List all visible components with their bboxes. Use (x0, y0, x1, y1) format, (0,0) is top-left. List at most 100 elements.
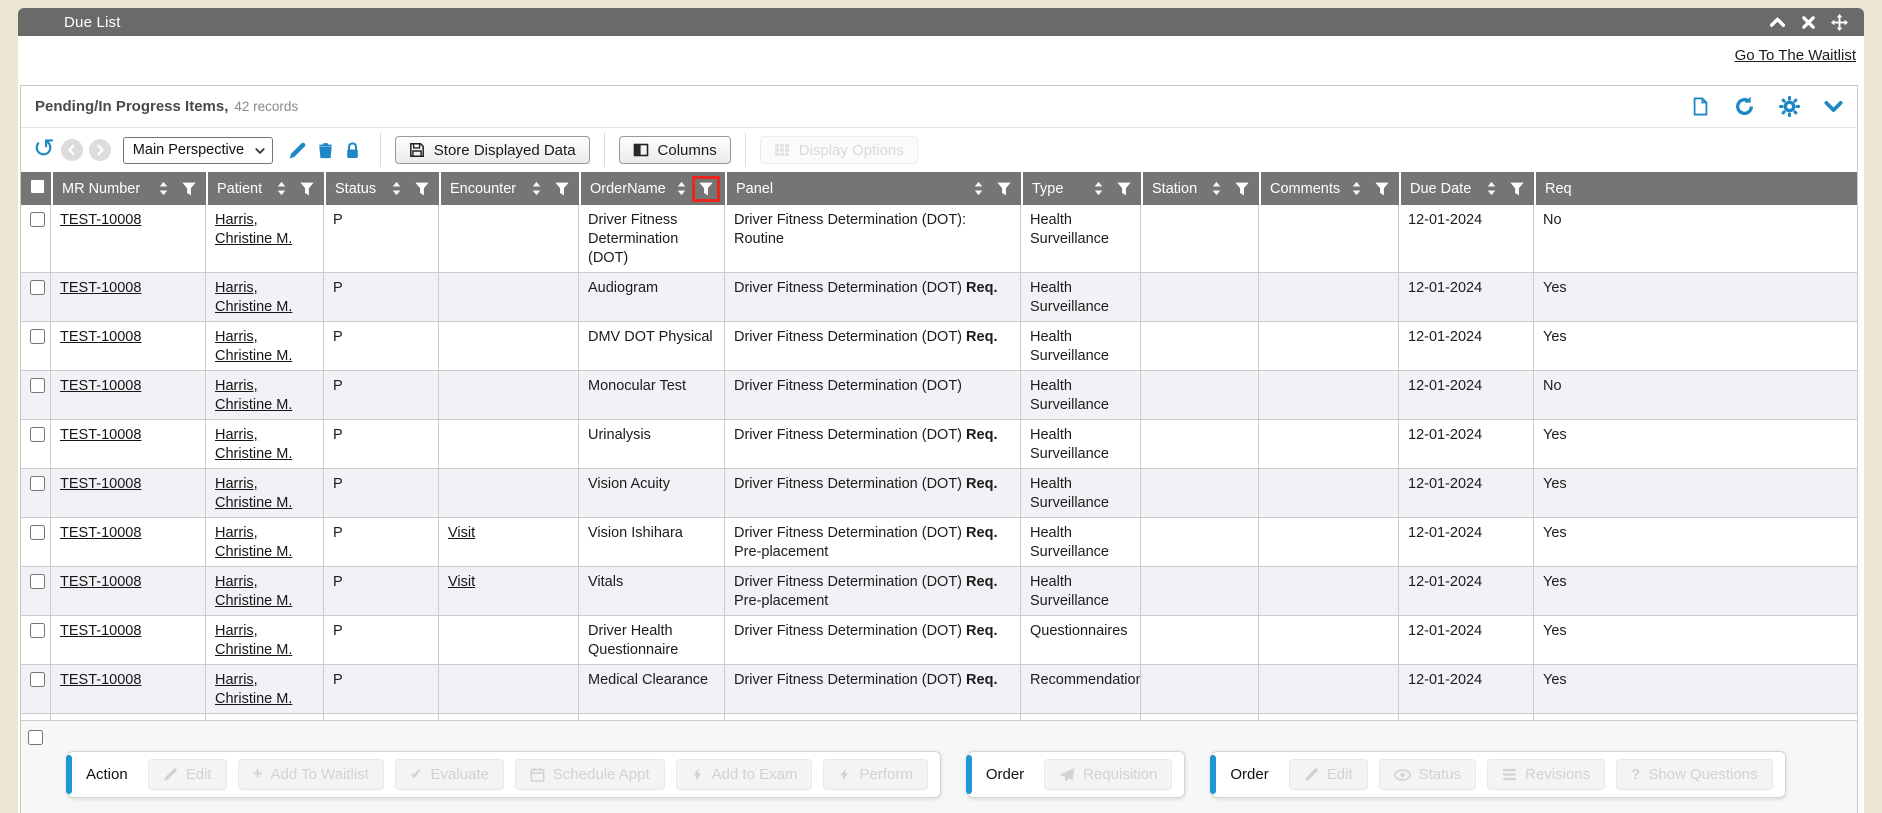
chevron-down-icon[interactable] (1824, 97, 1843, 116)
due-date-cell: 12-01-2024 (1399, 616, 1534, 665)
row-checkbox[interactable] (30, 574, 45, 589)
patient-link[interactable]: Harris, Christine M. (215, 427, 292, 462)
mr-number-link[interactable]: TEST-10008 (60, 525, 141, 541)
required-cell: Yes (1534, 420, 1857, 469)
mr-number-link[interactable]: TEST-10008 (60, 623, 141, 639)
lock-icon[interactable] (344, 141, 361, 160)
patient-cell: Harris, Christine M. (206, 205, 324, 273)
sort-icon[interactable] (1351, 181, 1362, 196)
column-header-encounter[interactable]: Encounter (439, 172, 579, 205)
move-icon[interactable] (1831, 14, 1848, 31)
mr-number-link[interactable]: TEST-10008 (60, 427, 141, 443)
column-header-panel[interactable]: Panel (725, 172, 1021, 205)
table-row: TEST-10008Harris, Christine M.PDriver Fi… (21, 205, 1857, 273)
mr-number-link[interactable]: TEST-10008 (60, 672, 141, 688)
encounter-link[interactable]: Visit (448, 525, 475, 541)
perspective-select[interactable]: Main Perspective (123, 137, 273, 164)
mr-number-link[interactable]: TEST-10008 (60, 280, 141, 296)
column-header-due[interactable]: Due Date (1399, 172, 1534, 205)
row-checkbox[interactable] (30, 280, 45, 295)
patient-link[interactable]: Harris, Christine M. (215, 574, 292, 609)
sort-icon[interactable] (1093, 181, 1104, 196)
mr-number-link[interactable]: TEST-10008 (60, 574, 141, 590)
row-checkbox[interactable] (30, 329, 45, 344)
mr-number-cell: TEST-10008 (51, 420, 206, 469)
filter-icon-highlighted[interactable] (692, 176, 720, 202)
store-displayed-data-button[interactable]: Store Displayed Data (395, 136, 590, 164)
undo-icon[interactable]: ↺ (33, 137, 55, 159)
mr-number-cell: TEST-10008 (51, 518, 206, 567)
sort-icon[interactable] (158, 181, 169, 196)
filter-icon[interactable] (551, 179, 573, 199)
column-header-req[interactable]: Req (1534, 172, 1857, 205)
filter-icon[interactable] (411, 179, 433, 199)
mr-number-cell: TEST-10008 (51, 273, 206, 322)
go-to-waitlist-link[interactable]: Go To The Waitlist (1735, 47, 1856, 64)
sort-icon[interactable] (1211, 181, 1222, 196)
filter-icon[interactable] (296, 179, 318, 199)
row-checkbox[interactable] (30, 427, 45, 442)
patient-link[interactable]: Harris, Christine M. (215, 212, 292, 247)
row-checkbox[interactable] (30, 378, 45, 393)
mr-number-link[interactable]: TEST-10008 (60, 212, 141, 228)
station-cell (1141, 616, 1259, 665)
gear-icon[interactable] (1779, 96, 1800, 117)
mr-number-link[interactable]: TEST-10008 (60, 378, 141, 394)
edit-perspective-icon[interactable] (288, 141, 307, 160)
columns-button[interactable]: Columns (619, 136, 731, 164)
column-header-comments[interactable]: Comments (1259, 172, 1399, 205)
footer-select-checkbox[interactable] (28, 730, 43, 745)
collapse-icon[interactable] (1769, 14, 1786, 31)
new-document-icon[interactable] (1691, 96, 1710, 117)
patient-link[interactable]: Harris, Christine M. (215, 623, 292, 658)
sort-icon[interactable] (1486, 181, 1497, 196)
type-cell: Health Surveillance (1021, 205, 1141, 273)
pending-items-panel: Pending/In Progress Items, 42 records (20, 85, 1858, 813)
column-header-order[interactable]: OrderName (579, 172, 725, 205)
edit-button: Edit (148, 759, 227, 790)
filter-icon[interactable] (1506, 179, 1528, 199)
patient-link[interactable]: Harris, Christine M. (215, 329, 292, 364)
encounter-link[interactable]: Visit (448, 574, 475, 590)
row-checkbox[interactable] (30, 212, 45, 227)
row-checkbox[interactable] (30, 525, 45, 540)
panel-cell: Driver Fitness Determination (DOT) Req. (725, 322, 1021, 371)
delete-perspective-icon[interactable] (317, 141, 334, 160)
sort-icon[interactable] (676, 181, 687, 196)
filter-icon[interactable] (1371, 179, 1393, 199)
window-titlebar[interactable]: Due List (18, 8, 1864, 36)
patient-cell: Harris, Christine M. (206, 469, 324, 518)
column-header-status[interactable]: Status (324, 172, 439, 205)
row-checkbox-cell (21, 205, 51, 273)
sort-icon[interactable] (391, 181, 402, 196)
panel-cell: Driver Fitness Determination (DOT) Req. (725, 469, 1021, 518)
row-checkbox[interactable] (30, 623, 45, 638)
refresh-icon[interactable] (1734, 96, 1755, 117)
sort-icon[interactable] (531, 181, 542, 196)
sort-icon[interactable] (973, 181, 984, 196)
column-header-station[interactable]: Station (1141, 172, 1259, 205)
filter-icon[interactable] (993, 179, 1015, 199)
filter-icon[interactable] (1231, 179, 1253, 199)
patient-link[interactable]: Harris, Christine M. (215, 280, 292, 315)
column-header-patient[interactable]: Patient (206, 172, 324, 205)
patient-link[interactable]: Harris, Christine M. (215, 476, 292, 511)
column-header-select[interactable] (21, 172, 51, 205)
mr-number-link[interactable]: TEST-10008 (60, 476, 141, 492)
sort-icon[interactable] (276, 181, 287, 196)
close-icon[interactable] (1801, 15, 1816, 30)
row-checkbox[interactable] (30, 476, 45, 491)
station-cell (1141, 205, 1259, 273)
patient-link[interactable]: Harris, Christine M. (215, 378, 292, 413)
column-header-mr[interactable]: MR Number (51, 172, 206, 205)
filter-icon[interactable] (1113, 179, 1135, 199)
patient-link[interactable]: Harris, Christine M. (215, 525, 292, 560)
pencil-icon (1304, 767, 1319, 782)
select-all-checkbox[interactable] (30, 179, 45, 194)
row-checkbox[interactable] (30, 672, 45, 687)
row-checkbox-cell (21, 616, 51, 665)
filter-icon[interactable] (178, 179, 200, 199)
patient-link[interactable]: Harris, Christine M. (215, 672, 292, 707)
column-header-type[interactable]: Type (1021, 172, 1141, 205)
mr-number-link[interactable]: TEST-10008 (60, 329, 141, 345)
